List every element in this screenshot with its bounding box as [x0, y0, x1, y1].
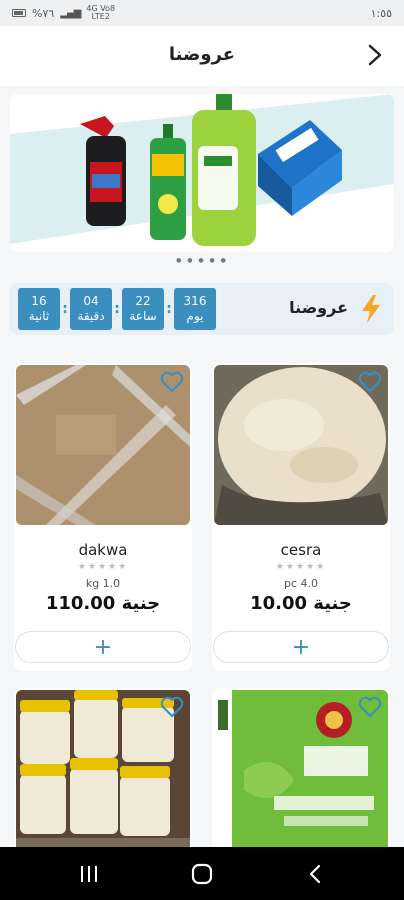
timer-hours: 22 ساعة [122, 288, 164, 330]
add-to-cart-button[interactable]: + [213, 631, 389, 663]
promo-banner[interactable] [10, 94, 394, 252]
timer-days-unit: يوم [186, 309, 204, 323]
status-icons: %٧٦ ▂▄▆ 4G Vo8 LTE2 [12, 5, 115, 21]
home-icon [191, 863, 213, 885]
timer-seconds-unit: ثانية [28, 309, 50, 323]
offers-countdown: عروضنا 16 ثانية : 04 دقيقة : 22 ساعة : 3… [10, 283, 394, 335]
plus-icon: + [93, 634, 113, 660]
signal-icon: ▂▄▆ [60, 7, 81, 19]
heart-icon[interactable] [358, 696, 382, 718]
battery-icon [12, 9, 26, 17]
timer-minutes-unit: دقيقة [77, 309, 105, 323]
timer-seconds-value: 16 [31, 294, 47, 308]
timer-seconds: 16 ثانية [18, 288, 60, 330]
lightning-icon [362, 295, 380, 323]
system-nav-bar [0, 847, 404, 900]
home-button[interactable] [187, 861, 217, 887]
product-unit: kg 1.0 [85, 577, 121, 590]
status-time: ١:٥٥ [370, 6, 392, 20]
timer-days: 316 يوم [174, 288, 216, 330]
product-card[interactable] [14, 688, 192, 858]
recent-apps-button[interactable] [74, 861, 104, 887]
carousel-indicator: ● ● ● ● ● [176, 257, 228, 264]
product-name: dakwa [78, 541, 128, 559]
timer-minutes-value: 04 [83, 294, 99, 308]
heart-icon[interactable] [358, 371, 382, 393]
heart-icon[interactable] [160, 696, 184, 718]
product-card[interactable] [212, 688, 390, 858]
countdown-timer: 16 ثانية : 04 دقيقة : 22 ساعة : 316 يوم [18, 288, 216, 330]
timer-minutes: 04 دقيقة [70, 288, 112, 330]
banner-image [10, 94, 394, 252]
add-to-cart-button[interactable]: + [15, 631, 191, 663]
product-unit: pc 4.0 [283, 577, 319, 590]
offers-label: عروضنا [289, 298, 348, 317]
status-bar: %٧٦ ▂▄▆ 4G Vo8 LTE2 ١:٥٥ [0, 0, 404, 26]
back-button[interactable] [362, 42, 388, 68]
product-image[interactable] [16, 365, 190, 525]
product-price: جنية 110.00 [45, 593, 161, 614]
product-image[interactable] [214, 690, 388, 858]
product-name: cesra [280, 541, 322, 559]
heart-icon[interactable] [160, 371, 184, 393]
rating-stars: ★★★★★ [77, 562, 129, 572]
timer-days-value: 316 [183, 294, 207, 308]
timer-separator: : [62, 301, 68, 317]
disinfectant-bottle [192, 94, 256, 246]
product-card[interactable]: dakwa ★★★★★ kg 1.0 جنية 110.00 + [14, 363, 192, 671]
plus-icon: + [291, 634, 311, 660]
timer-hours-unit: ساعة [129, 309, 157, 323]
page-title: عروضنا [168, 44, 236, 65]
product-image[interactable] [214, 365, 388, 525]
recent-apps-icon [81, 866, 97, 882]
rating-stars: ★★★★★ [275, 562, 327, 572]
chevron-right-icon [368, 44, 382, 66]
product-price: جنية 10.00 [250, 593, 352, 614]
battery-level: %٧٦ [32, 6, 55, 20]
timer-separator: : [114, 301, 120, 317]
timer-hours-value: 22 [135, 294, 151, 308]
header: عروضنا [0, 26, 404, 86]
product-image[interactable] [16, 690, 190, 858]
network-bottom: LTE2 [91, 12, 110, 21]
timer-separator: : [166, 301, 172, 317]
product-card[interactable]: cesra ★★★★★ pc 4.0 جنية 10.00 + [212, 363, 390, 671]
back-nav-button[interactable] [300, 861, 330, 887]
network-indicator: 4G Vo8 LTE2 [86, 5, 115, 21]
chevron-left-icon [309, 864, 321, 884]
dish-soap-bottle [150, 124, 186, 240]
